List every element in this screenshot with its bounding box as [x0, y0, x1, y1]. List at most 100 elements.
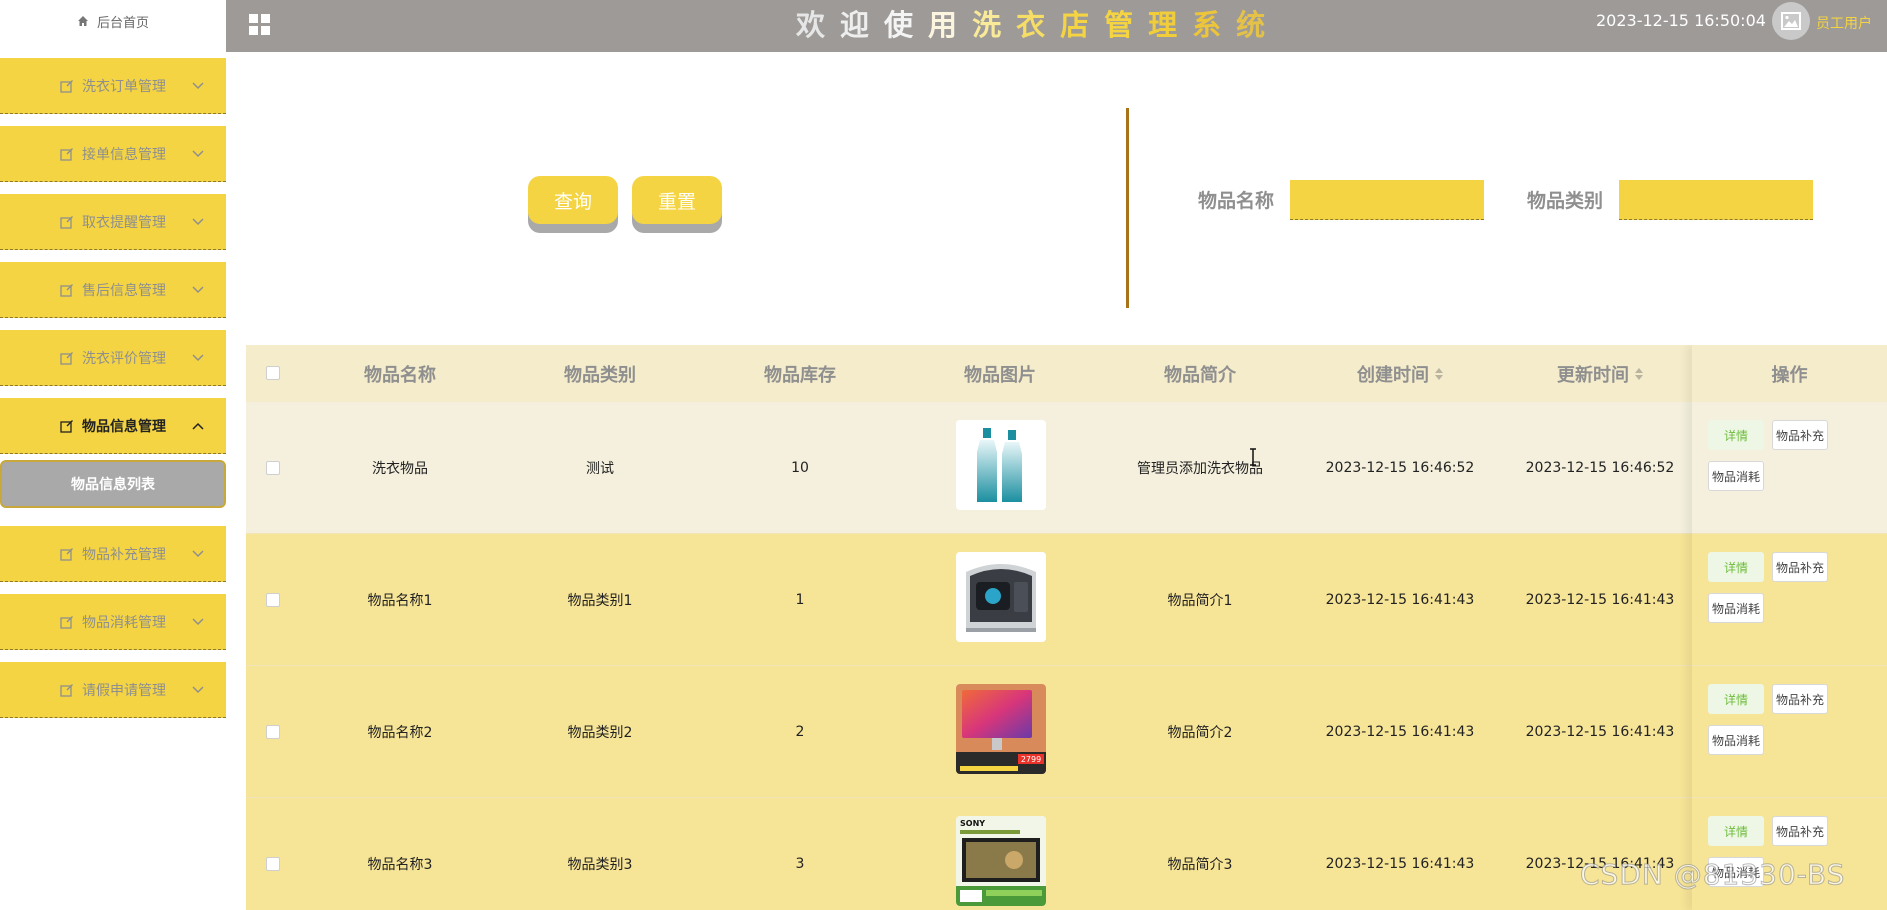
title-char: 迎	[840, 8, 885, 42]
row-checkbox[interactable]	[266, 725, 280, 739]
sidebar-item-label: 物品补充管理	[82, 546, 166, 563]
column-header-label: 更新时间	[1557, 364, 1629, 386]
image-icon	[1781, 12, 1801, 30]
cell-created: 2023-12-15 16:41:43	[1325, 592, 1475, 608]
sidebar-item-goods-restock[interactable]: 物品补充管理	[0, 526, 226, 582]
sidebar-item-order-accept[interactable]: 接单信息管理	[0, 126, 226, 182]
bottles-image	[956, 420, 1046, 510]
cell-category: 物品类别2	[567, 725, 633, 741]
row-checkbox[interactable]	[266, 461, 280, 475]
user-name[interactable]: 员工用户	[1816, 13, 1872, 33]
row-checkbox[interactable]	[266, 593, 280, 607]
edit-icon	[60, 147, 73, 161]
sidebar-submenu: 物品信息列表	[0, 460, 226, 508]
sidebar-home[interactable]: 后台首页	[0, 0, 226, 42]
cell-intro: 物品简介3	[1167, 857, 1233, 873]
table-header: 物品名称 物品类别 物品库存 物品图片 物品简介 创建时间 更新时间 操作	[246, 345, 1887, 402]
sidebar-item-goods-info[interactable]: 物品信息管理	[0, 398, 226, 454]
chevron-down-icon	[192, 685, 204, 693]
sidebar-item-label: 接单信息管理	[82, 146, 166, 163]
goods-name-input[interactable]	[1290, 180, 1484, 220]
cell-intro: 物品简介2	[1167, 725, 1233, 741]
grid-menu-icon[interactable]	[248, 13, 272, 37]
table-row: 洗衣物品 测试 10 管理员添加洗衣物品 2023-12-15 16:46:52…	[246, 402, 1887, 534]
title-char: 管	[1104, 8, 1149, 42]
watermark: CSDN @81330-BS	[1579, 858, 1846, 892]
goods-category-label: 物品类别	[1527, 190, 1604, 212]
title-char: 用	[928, 8, 973, 42]
column-header-category: 物品类别	[564, 364, 636, 386]
cell-category: 测试	[586, 461, 614, 477]
text-cursor-icon	[1250, 448, 1256, 466]
sidebar-menu: 洗衣订单管理 接单信息管理 取衣提醒管理 售后信息管理 洗衣评价管理 物品信息管…	[0, 58, 226, 718]
app-root: 后台首页 洗衣订单管理 接单信息管理 取衣提醒管理 售后信息管理 洗衣评价管理 …	[0, 0, 1887, 910]
page-title: 欢 迎 使 用 洗 衣 店 管 理 系 统	[796, 0, 1280, 46]
sidebar-item-after-sales[interactable]: 售后信息管理	[0, 262, 226, 318]
sidebar-item-label: 物品消耗管理	[82, 614, 166, 631]
sidebar-item-reviews[interactable]: 洗衣评价管理	[0, 330, 226, 386]
pc-image	[956, 552, 1046, 642]
cell-updated: 2023-12-15 16:41:43	[1525, 724, 1675, 740]
cell-stock: 2	[795, 724, 805, 740]
edit-icon	[60, 547, 73, 561]
edit-icon	[60, 351, 73, 365]
edit-icon	[60, 79, 73, 93]
cell-name: 物品名称2	[367, 725, 433, 741]
query-button[interactable]: 查询	[528, 176, 618, 224]
cell-stock: 3	[795, 856, 805, 872]
goods-thumbnail[interactable]	[956, 552, 1046, 642]
title-char: 使	[884, 8, 929, 42]
column-header-updated[interactable]: 更新时间	[1500, 345, 1700, 402]
sidebar: 后台首页 洗衣订单管理 接单信息管理 取衣提醒管理 售后信息管理 洗衣评价管理 …	[0, 0, 226, 910]
sidebar-item-label: 洗衣订单管理	[82, 78, 166, 95]
column-header-stock: 物品库存	[764, 364, 836, 386]
sidebar-item-leave-request[interactable]: 请假申请管理	[0, 662, 226, 718]
cell-name: 物品名称1	[367, 593, 433, 609]
title-char: 统	[1236, 8, 1281, 42]
goods-category-input[interactable]	[1619, 180, 1813, 220]
cell-intro: 管理员添加洗衣物品	[1137, 461, 1263, 477]
cell-updated: 2023-12-15 16:46:52	[1525, 460, 1675, 476]
chevron-up-icon	[192, 422, 204, 430]
edit-icon	[60, 283, 73, 297]
column-header-name: 物品名称	[364, 364, 436, 386]
column-header-label: 创建时间	[1357, 364, 1429, 386]
brand-label: SONY	[960, 819, 985, 828]
tv-image: SONY	[956, 816, 1046, 906]
sidebar-item-label: 洗衣评价管理	[82, 350, 166, 367]
top-header: 欢 迎 使 用 洗 衣 店 管 理 系 统 2023-12-15 16:50:0…	[226, 0, 1887, 52]
title-char: 洗	[972, 8, 1017, 42]
home-icon	[77, 16, 88, 26]
column-header-created[interactable]: 创建时间	[1300, 345, 1500, 402]
cell-created: 2023-12-15 16:41:43	[1325, 856, 1475, 872]
actions-column-shadow	[1692, 345, 1887, 910]
cell-created: 2023-12-15 16:41:43	[1325, 724, 1475, 740]
sort-icon	[1435, 367, 1443, 380]
select-all-checkbox[interactable]	[266, 366, 280, 380]
reset-button[interactable]: 重置	[632, 176, 722, 224]
goods-thumbnail[interactable]: 2799	[956, 684, 1046, 774]
sidebar-item-pickup-reminder[interactable]: 取衣提醒管理	[0, 194, 226, 250]
goods-thumbnail[interactable]	[956, 420, 1046, 510]
title-char: 系	[1192, 8, 1237, 42]
sidebar-item-laundry-orders[interactable]: 洗衣订单管理	[0, 58, 226, 114]
cell-name: 物品名称3	[367, 857, 433, 873]
goods-thumbnail[interactable]: SONY	[956, 816, 1046, 906]
chevron-down-icon	[192, 217, 204, 225]
sort-icon	[1635, 367, 1643, 380]
goods-name-label: 物品名称	[1198, 190, 1275, 212]
cell-category: 物品类别3	[567, 857, 633, 873]
row-checkbox[interactable]	[266, 857, 280, 871]
sidebar-item-goods-consumption[interactable]: 物品消耗管理	[0, 594, 226, 650]
column-header-image: 物品图片	[964, 364, 1036, 386]
monitor-image: 2799	[956, 684, 1046, 774]
avatar[interactable]	[1772, 2, 1810, 40]
table-row: 物品名称3 物品类别3 3 SONY 物品简介3 2023-12-15 16:4…	[246, 798, 1887, 910]
title-char: 店	[1060, 8, 1105, 42]
chevron-down-icon	[192, 549, 204, 557]
cell-updated: 2023-12-15 16:41:43	[1525, 592, 1675, 608]
title-char: 衣	[1016, 8, 1061, 42]
sidebar-item-label: 售后信息管理	[82, 282, 166, 299]
sidebar-subitem-goods-list[interactable]: 物品信息列表	[0, 460, 226, 508]
title-char: 理	[1148, 8, 1193, 42]
